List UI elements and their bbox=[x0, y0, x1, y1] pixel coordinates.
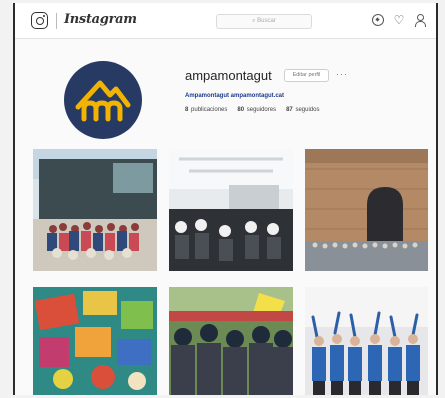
avatar[interactable] bbox=[64, 61, 142, 139]
edit-profile-button[interactable]: Editar perfil bbox=[284, 69, 329, 82]
post-thumbnail[interactable] bbox=[305, 287, 428, 395]
compass-icon[interactable] bbox=[372, 14, 384, 26]
top-nav: Instagram ⌕ Buscar ♡ bbox=[15, 3, 436, 39]
post-thumbnail[interactable] bbox=[169, 149, 293, 271]
posts-count: 8 publicaciones bbox=[185, 107, 228, 113]
instagram-logo[interactable]: Instagram bbox=[64, 12, 137, 27]
post-thumbnail[interactable] bbox=[33, 287, 157, 395]
instagram-window: Instagram ⌕ Buscar ♡ ampamontagut Editar… bbox=[13, 3, 438, 395]
followers-count[interactable]: 80 seguidores bbox=[237, 107, 276, 113]
nav-divider bbox=[56, 13, 57, 29]
search-input[interactable]: ⌕ Buscar bbox=[216, 14, 312, 29]
following-count[interactable]: 87 seguidos bbox=[286, 107, 319, 113]
profile-stats: 8 publicaciones 80 seguidores 87 seguido… bbox=[185, 107, 319, 113]
heart-icon[interactable]: ♡ bbox=[393, 14, 405, 26]
more-options-icon[interactable]: ··· bbox=[336, 69, 348, 79]
profile-bio: Ampamontagut ampamontagut.cat bbox=[185, 93, 285, 99]
post-thumbnail[interactable] bbox=[33, 149, 157, 271]
nav-icons: ♡ bbox=[372, 14, 426, 27]
profile-username: ampamontagut bbox=[185, 68, 272, 83]
camera-icon[interactable] bbox=[31, 12, 48, 29]
ampa-logo-icon bbox=[75, 80, 131, 122]
post-thumbnail[interactable] bbox=[305, 149, 428, 271]
post-thumbnail[interactable] bbox=[169, 287, 293, 395]
profile-icon[interactable] bbox=[414, 14, 426, 27]
